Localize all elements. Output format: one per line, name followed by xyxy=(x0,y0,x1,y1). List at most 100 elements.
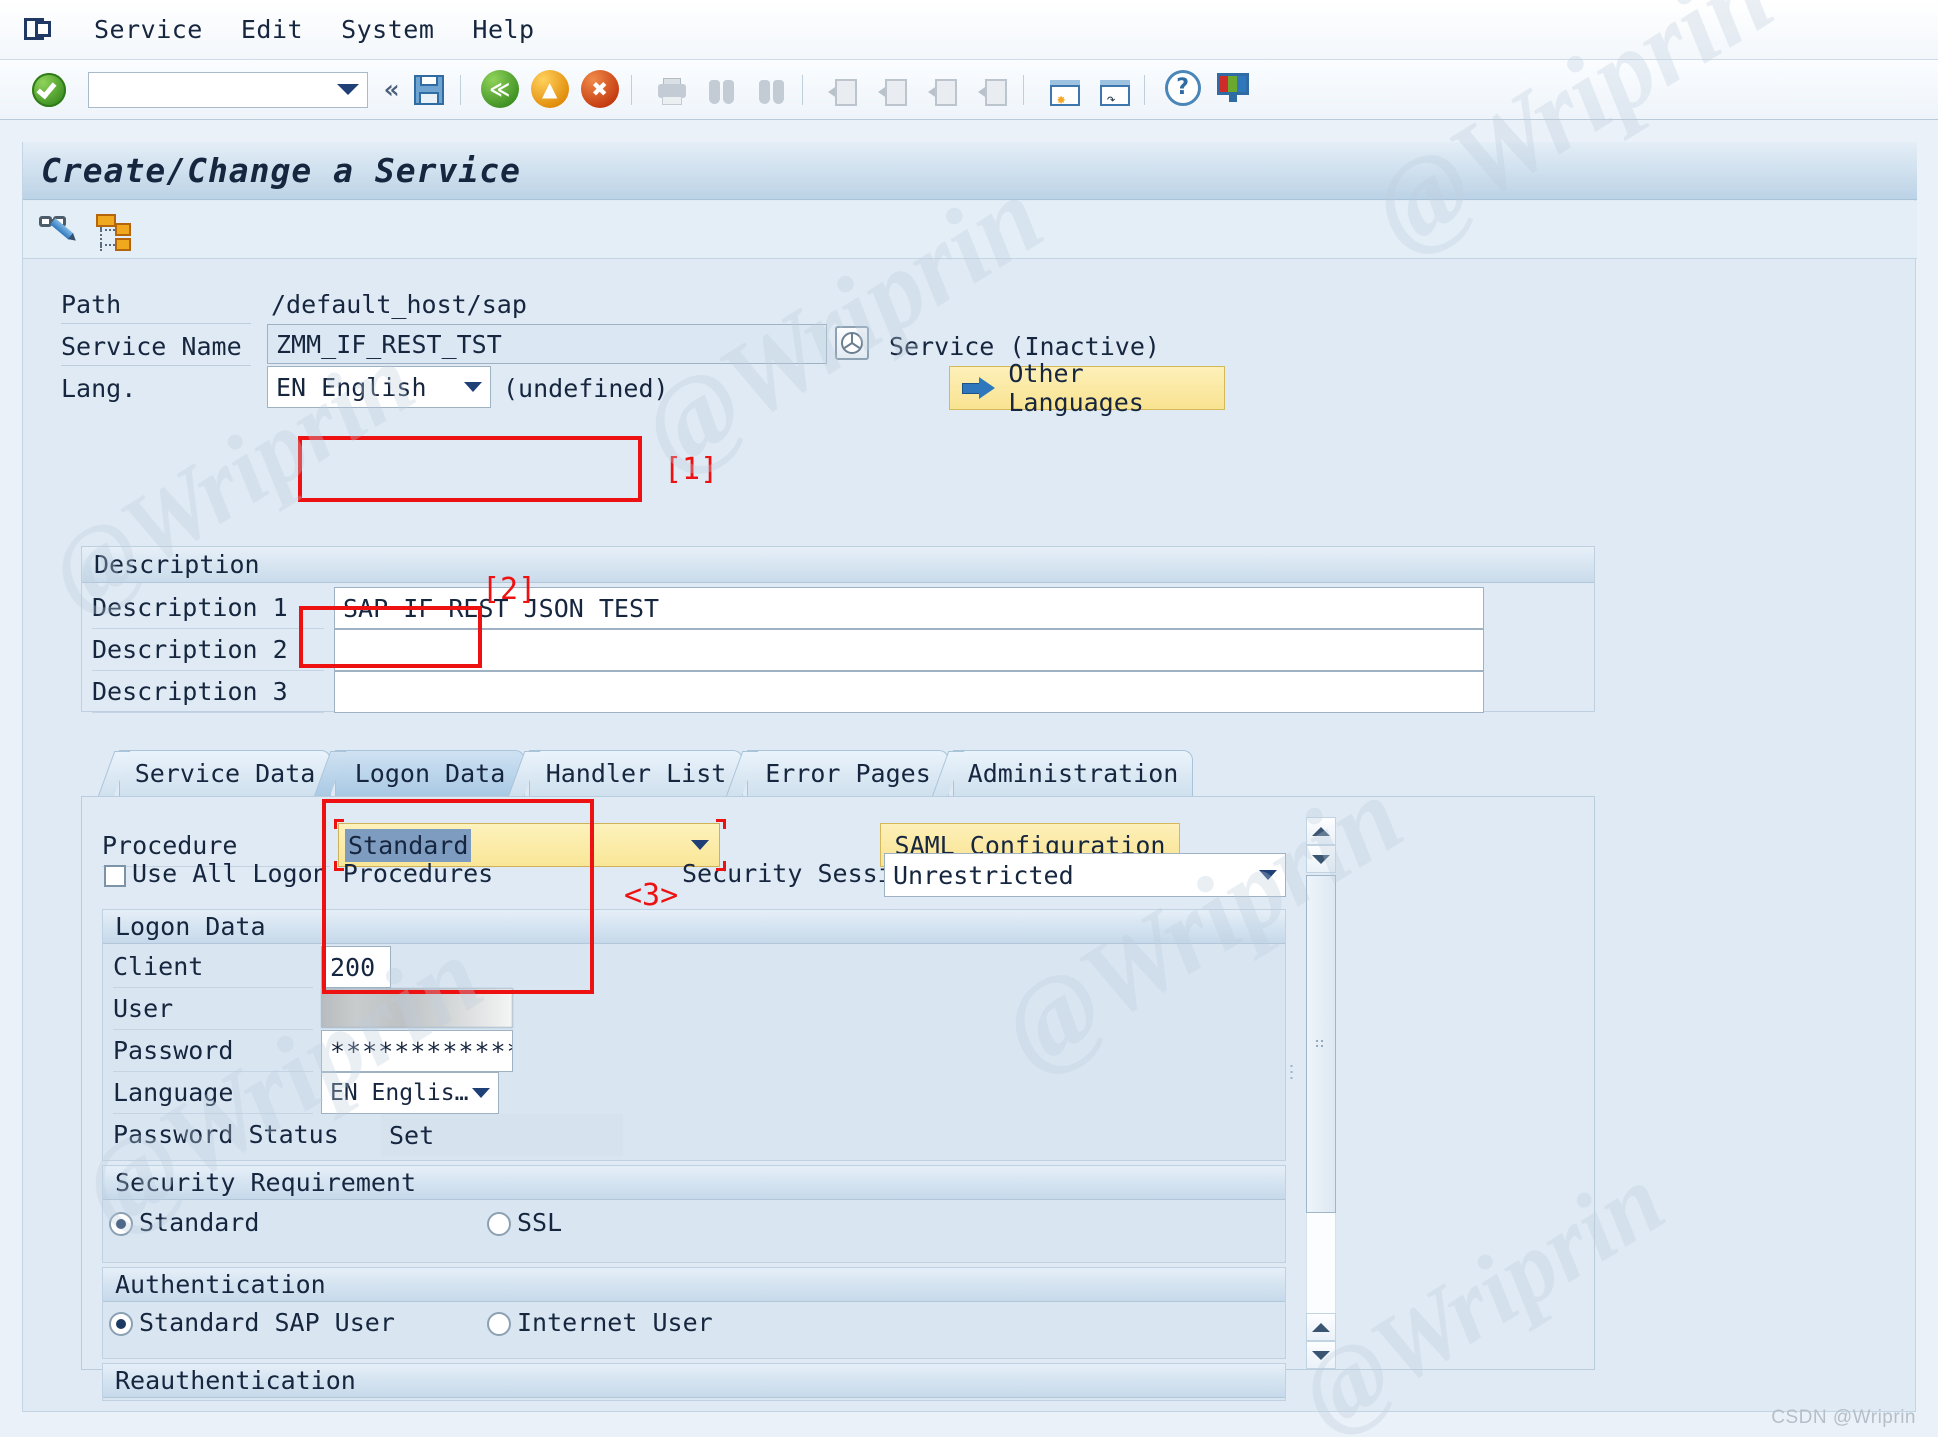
scrollbar-grip-icon xyxy=(1315,1039,1327,1049)
language-select[interactable]: EN Englis… xyxy=(321,1072,499,1114)
service-name-input[interactable]: ZMM_IF_REST_TST xyxy=(267,324,827,364)
enter-button[interactable] xyxy=(32,73,66,107)
security-requirement-title: Security Requirement xyxy=(103,1166,1285,1200)
find-next-icon[interactable] xyxy=(752,70,792,110)
user-input[interactable] xyxy=(321,988,513,1028)
menu-item-edit[interactable]: Edit xyxy=(241,15,303,44)
footer-watermark: CSDN @Wriprin xyxy=(1771,1407,1916,1429)
toolbar-divider xyxy=(1144,75,1145,105)
create-shortcut-icon[interactable]: ↷ xyxy=(1094,70,1134,110)
toolbar-divider xyxy=(460,75,461,105)
security-requirement-section: Security Requirement Standard SSL xyxy=(102,1165,1286,1263)
tab-error-pages[interactable]: Error Pages xyxy=(747,750,949,796)
toolbar-divider xyxy=(631,75,632,105)
chevron-down-icon[interactable] xyxy=(464,382,482,392)
use-all-logon-procedures-checkbox[interactable] xyxy=(104,865,126,887)
security-standard-radio[interactable] xyxy=(109,1212,133,1236)
password-status-value: Set xyxy=(389,1121,434,1150)
security-session-select[interactable]: Unrestricted xyxy=(884,853,1286,897)
auth-standard-sap-user-label: Standard SAP User xyxy=(139,1308,395,1337)
client-value: 200 xyxy=(330,953,375,982)
lang-select[interactable]: EN English xyxy=(267,366,491,408)
scroll-up-button[interactable] xyxy=(1306,817,1336,845)
other-languages-label: Other Languages xyxy=(1008,359,1224,417)
tab-label: Logon Data xyxy=(355,759,506,788)
logon-data-section-title: Logon Data xyxy=(103,910,1285,944)
print-icon[interactable] xyxy=(652,70,692,110)
password-input[interactable]: ************ xyxy=(321,1030,513,1072)
toolbar: « ≪ ▲ ✖ ✸ ↷ ? xyxy=(0,60,1938,120)
menu-item-system[interactable]: System xyxy=(341,15,434,44)
service-hierarchy-icon[interactable] xyxy=(93,210,137,250)
auth-standard-sap-user-radio[interactable] xyxy=(109,1312,133,1336)
back-icon[interactable]: ≪ xyxy=(481,70,521,110)
menu-item-help[interactable]: Help xyxy=(472,15,534,44)
screen-area: Create/Change a Service Path /default_ho… xyxy=(22,142,1916,1412)
description-3-input[interactable] xyxy=(334,671,1484,713)
toolbar-expand-button[interactable]: « xyxy=(384,75,400,105)
save-icon[interactable] xyxy=(410,70,450,110)
find-icon[interactable] xyxy=(702,70,742,110)
previous-page-icon[interactable] xyxy=(873,70,913,110)
next-page-icon[interactable] xyxy=(923,70,963,110)
description-2-label: Description 2 xyxy=(92,635,324,671)
description-2-input[interactable] xyxy=(334,629,1484,671)
auth-internet-user-radio[interactable] xyxy=(487,1312,511,1336)
screen-title-bar: Create/Change a Service xyxy=(23,142,1917,200)
logon-data-section: Logon Data Client 200 User Password ****… xyxy=(102,909,1286,1161)
cancel-icon[interactable]: ✖ xyxy=(581,70,621,110)
toolbar-divider xyxy=(802,75,803,105)
reauthentication-section: Reauthentication xyxy=(102,1363,1286,1401)
client-input[interactable]: 200 xyxy=(321,946,391,988)
logon-data-panel: Procedure Standard SAML Configuration Us… xyxy=(81,796,1595,1370)
service-name-label: Service Name xyxy=(61,332,251,366)
service-status: Service (Inactive) xyxy=(889,332,1160,361)
language-label: Language xyxy=(113,1078,313,1114)
vertical-scrollbar-thumb[interactable] xyxy=(1306,875,1336,1213)
password-status-label: Password Status xyxy=(113,1120,373,1155)
create-session-icon[interactable]: ✸ xyxy=(1044,70,1084,110)
security-standard-label: Standard xyxy=(139,1208,259,1237)
menu-item-service[interactable]: Service xyxy=(94,15,203,44)
security-ssl-radio[interactable] xyxy=(487,1212,511,1236)
annotation-label-1: [1] xyxy=(664,452,718,487)
other-languages-button[interactable]: Other Languages xyxy=(949,366,1225,410)
tab-logon-data[interactable]: Logon Data xyxy=(335,750,525,796)
description-1-label: Description 1 xyxy=(92,593,324,629)
language-value: EN Englis… xyxy=(330,1080,468,1106)
path-value: /default_host/sap xyxy=(271,290,527,319)
path-label: Path xyxy=(61,290,251,324)
customize-layout-icon[interactable] xyxy=(1215,70,1255,110)
exit-up-icon[interactable]: ▲ xyxy=(531,70,571,110)
scroll-down-button[interactable] xyxy=(1306,845,1336,873)
chevron-down-icon[interactable] xyxy=(337,84,359,95)
help-icon[interactable]: ? xyxy=(1165,70,1205,110)
last-page-icon[interactable] xyxy=(973,70,1013,110)
description-group: Description Description 1 SAP IF REST JS… xyxy=(81,546,1595,712)
scroll-down-button-bottom[interactable] xyxy=(1306,1341,1336,1369)
description-3-label: Description 3 xyxy=(92,677,324,713)
annotation-label-3: <3> xyxy=(624,878,678,913)
chevron-down-icon[interactable] xyxy=(472,1088,490,1098)
user-label: User xyxy=(113,994,313,1030)
scroll-up-button-bottom[interactable] xyxy=(1306,1313,1336,1341)
security-ssl-label: SSL xyxy=(517,1208,562,1237)
logon-data-content: Procedure Standard SAML Configuration Us… xyxy=(102,813,1522,1353)
arrow-right-icon xyxy=(962,377,996,399)
panel-splitter[interactable] xyxy=(1288,1053,1298,1093)
chevron-down-icon[interactable] xyxy=(1259,870,1277,880)
tab-administration[interactable]: Administration xyxy=(953,750,1193,796)
description-group-title: Description xyxy=(82,547,1594,583)
first-page-icon[interactable] xyxy=(823,70,863,110)
application-toolbar xyxy=(23,201,1917,259)
command-field[interactable] xyxy=(88,72,368,108)
password-value: ************ xyxy=(330,1037,513,1066)
tab-handler-list[interactable]: Handler List xyxy=(529,750,743,796)
service-type-icon[interactable] xyxy=(835,326,869,360)
display-change-icon[interactable] xyxy=(37,210,81,250)
security-session-value: Unrestricted xyxy=(893,861,1074,890)
tab-label: Error Pages xyxy=(765,759,931,788)
tab-service-data[interactable]: Service Data xyxy=(119,750,331,796)
exit-session-icon[interactable] xyxy=(22,15,56,45)
chevron-down-icon[interactable] xyxy=(691,840,709,850)
